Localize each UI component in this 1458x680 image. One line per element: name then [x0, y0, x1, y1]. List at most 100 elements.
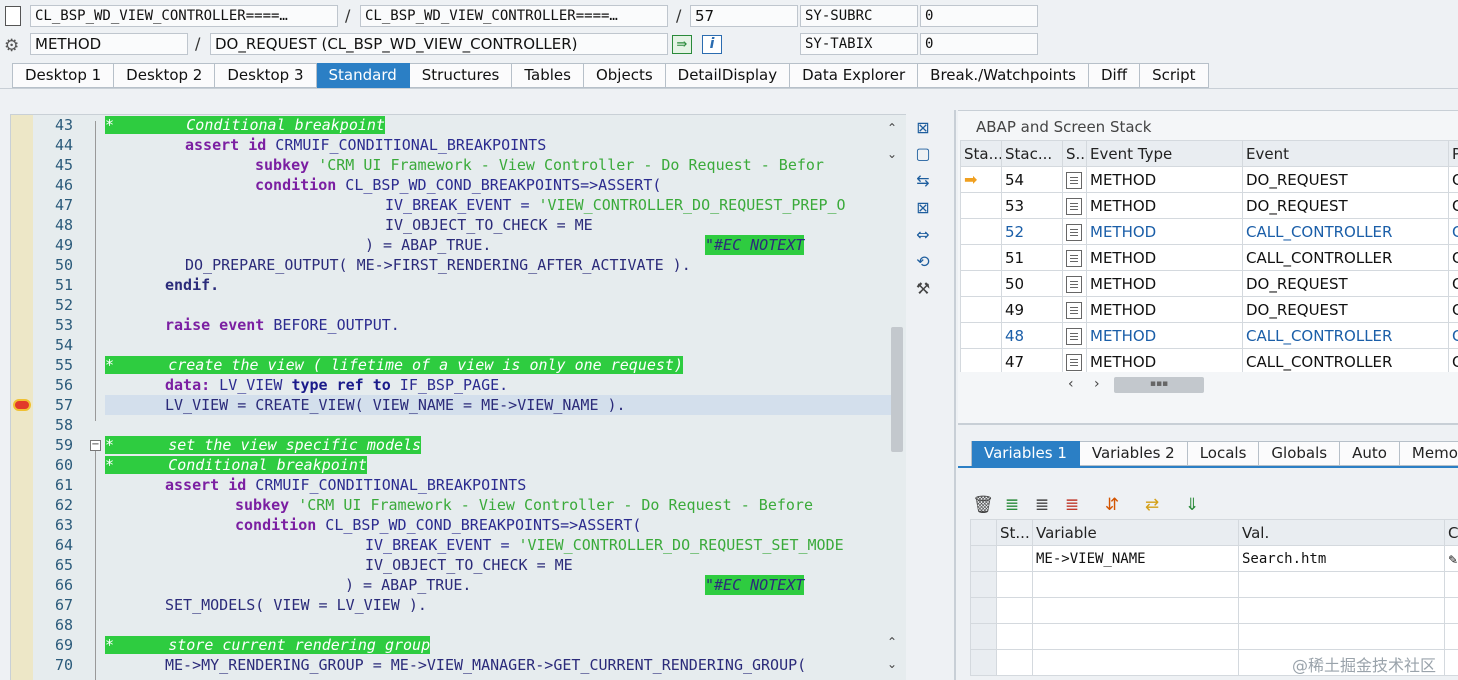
col-header[interactable]: Val.: [1238, 519, 1445, 546]
close-tool-icon[interactable]: ⊠: [912, 117, 934, 139]
sysvar-value-1: 0: [920, 5, 1038, 27]
document-icon: [1066, 197, 1082, 215]
maximize-icon[interactable]: ⊠: [912, 197, 934, 219]
code-line: 55 * create the view ( lifetime of a view…: [54, 356, 683, 374]
stack-row[interactable]: ➡54METHODDO_REQUESTC: [960, 166, 1458, 193]
stack-row[interactable]: 50METHODDO_REQUESTC: [960, 270, 1458, 297]
tab-desktop-2[interactable]: Desktop 2: [114, 63, 216, 88]
stack-title: ABAP and Screen Stack: [976, 118, 1152, 136]
scroll-right-icon[interactable]: ›: [1094, 376, 1100, 392]
watermark: @稀土掘金技术社区: [1292, 656, 1437, 675]
tab-variables-1[interactable]: Variables 1: [972, 441, 1080, 466]
col-header[interactable]: C: [1444, 519, 1458, 546]
scroll-down-icon[interactable]: ⌄: [887, 657, 897, 671]
tab-detaildisplay[interactable]: DetailDisplay: [665, 63, 791, 88]
swap-icon[interactable]: ⇆: [912, 170, 934, 192]
code-line: 69 * store current rendering group: [54, 636, 431, 654]
current-frame-arrow-icon: ➡: [964, 170, 978, 189]
tab-locals[interactable]: Locals: [1187, 441, 1260, 466]
pane-splitter[interactable]: [954, 110, 956, 680]
stack-row[interactable]: 48METHODCALL_CONTROLLERC: [960, 322, 1458, 349]
refresh-icon[interactable]: ⟲: [912, 251, 934, 273]
insert-row-icon[interactable]: ≣: [1000, 494, 1024, 516]
editor-scrollbar-thumb[interactable]: [891, 327, 903, 452]
stack-hscroll-thumb[interactable]: ▪▪▪: [1114, 377, 1204, 393]
code-line: 61 assert id CRMUIF_CONDITIONAL_BREAKPOIN…: [54, 476, 527, 494]
tab-globals[interactable]: Globals: [1259, 441, 1341, 466]
col-header[interactable]: S..: [1062, 140, 1087, 167]
document-icon: [1066, 171, 1082, 189]
program-field[interactable]: CL_BSP_WD_VIEW_CONTROLLER====…: [30, 5, 338, 27]
code-line: 47 IV_BREAK_EVENT = 'VIEW_CONTROLLER_DO_R…: [54, 196, 846, 214]
stack-row[interactable]: 52METHODCALL_CONTROLLERC: [960, 218, 1458, 245]
col-header[interactable]: Event: [1242, 140, 1449, 167]
resize-icon[interactable]: ⇔: [912, 224, 934, 246]
new-window-icon[interactable]: ▢: [912, 143, 934, 165]
document-icon: [1066, 301, 1082, 319]
variable-row[interactable]: [970, 571, 1458, 598]
var-tab-divider: [958, 466, 1458, 468]
col-header[interactable]: Variable: [1032, 519, 1239, 546]
edit-row-icon[interactable]: ≣: [1030, 494, 1054, 516]
stack-row[interactable]: 51METHODCALL_CONTROLLERC: [960, 244, 1458, 271]
main-tab-strip: Desktop 1 Desktop 2 Desktop 3 Standard S…: [12, 63, 1209, 88]
tab-structures[interactable]: Structures: [409, 63, 513, 88]
variables-tab-strip: Variables 1 Variables 2 Locals Globals A…: [971, 441, 1458, 466]
tab-breakpoints[interactable]: Break./Watchpoints: [918, 63, 1089, 88]
tab-tables[interactable]: Tables: [512, 63, 584, 88]
variable-row[interactable]: ME->VIEW_NAME Search.htm ✎: [970, 545, 1458, 572]
event-type-field[interactable]: METHOD: [30, 33, 188, 55]
col-header[interactable]: P: [1448, 140, 1458, 167]
navigate-icon[interactable]: ⇛: [672, 35, 692, 54]
tools-icon[interactable]: ⚒: [912, 278, 934, 300]
info-icon[interactable]: i: [702, 35, 722, 54]
tab-script[interactable]: Script: [1140, 63, 1209, 88]
edit-value-icon[interactable]: ✎: [1448, 553, 1458, 567]
code-line: 44 assert id CRMUIF_CONDITIONAL_BREAKPOIN…: [54, 136, 547, 154]
tab-objects[interactable]: Objects: [583, 63, 666, 88]
source-code-editor[interactable]: − 43 * Conditional breakpoint 44 assert id…: [10, 114, 906, 680]
tab-memory[interactable]: Memo: [1399, 441, 1458, 466]
document-icon: [1066, 249, 1082, 267]
transfer-icon[interactable]: ⇄: [1140, 494, 1164, 516]
tab-standard[interactable]: Standard: [316, 63, 410, 88]
export-icon[interactable]: ⇓: [1180, 494, 1204, 516]
tab-desktop-3[interactable]: Desktop 3: [215, 63, 317, 88]
col-header[interactable]: St...: [996, 519, 1033, 546]
gear-icon: ⚙: [4, 36, 20, 56]
scroll-up-icon[interactable]: ⌃: [887, 635, 897, 649]
include-field[interactable]: CL_BSP_WD_VIEW_CONTROLLER====…: [360, 5, 668, 27]
tab-auto[interactable]: Auto: [1340, 441, 1400, 466]
tab-data-explorer[interactable]: Data Explorer: [790, 63, 919, 88]
tab-diff[interactable]: Diff: [1089, 63, 1141, 88]
separator: /: [195, 34, 201, 53]
tab-divider: [0, 88, 1458, 89]
document-icon: [1066, 353, 1082, 371]
variable-row[interactable]: [970, 623, 1458, 650]
col-header[interactable]: Sta...: [960, 140, 1002, 167]
stack-row[interactable]: 53METHODDO_REQUESTC: [960, 192, 1458, 219]
code-line: 54: [54, 336, 73, 354]
col-header[interactable]: Stac...: [1001, 140, 1063, 167]
panel-divider[interactable]: [958, 423, 1458, 425]
variable-row[interactable]: [970, 597, 1458, 624]
code-line: 65 IV_OBJECT_TO_CHECK = ME: [54, 556, 573, 574]
scroll-left-icon[interactable]: ‹: [1068, 376, 1074, 392]
stack-row[interactable]: 47METHODCALL_CONTROLLERC: [960, 348, 1458, 372]
stack-row[interactable]: 49METHODDO_REQUESTC: [960, 296, 1458, 323]
tab-desktop-1[interactable]: Desktop 1: [13, 63, 115, 88]
compare-icon[interactable]: ⇵: [1100, 494, 1124, 516]
remove-row-icon[interactable]: ≣: [1060, 494, 1084, 516]
event-name-field[interactable]: DO_REQUEST (CL_BSP_WD_VIEW_CONTROLLER): [210, 33, 668, 55]
scroll-down-icon[interactable]: ⌄: [887, 147, 897, 161]
delete-icon[interactable]: 🗑: [971, 494, 995, 516]
code-line: 62 subkey 'CRM UI Framework - View Contro…: [54, 496, 813, 514]
tab-variables-2[interactable]: Variables 2: [1079, 441, 1188, 466]
code-line: 45 subkey 'CRM UI Framework - View Contro…: [54, 156, 824, 174]
separator: /: [345, 6, 351, 25]
code-line-current: 57 LV_VIEW = CREATE_VIEW( VIEW_NAME = ME-…: [54, 396, 626, 414]
col-header[interactable]: Event Type: [1086, 140, 1243, 167]
scroll-up-icon[interactable]: ⌃: [887, 121, 897, 135]
sysvar-value-2: 0: [920, 33, 1038, 55]
line-number-field[interactable]: 57: [690, 5, 798, 27]
